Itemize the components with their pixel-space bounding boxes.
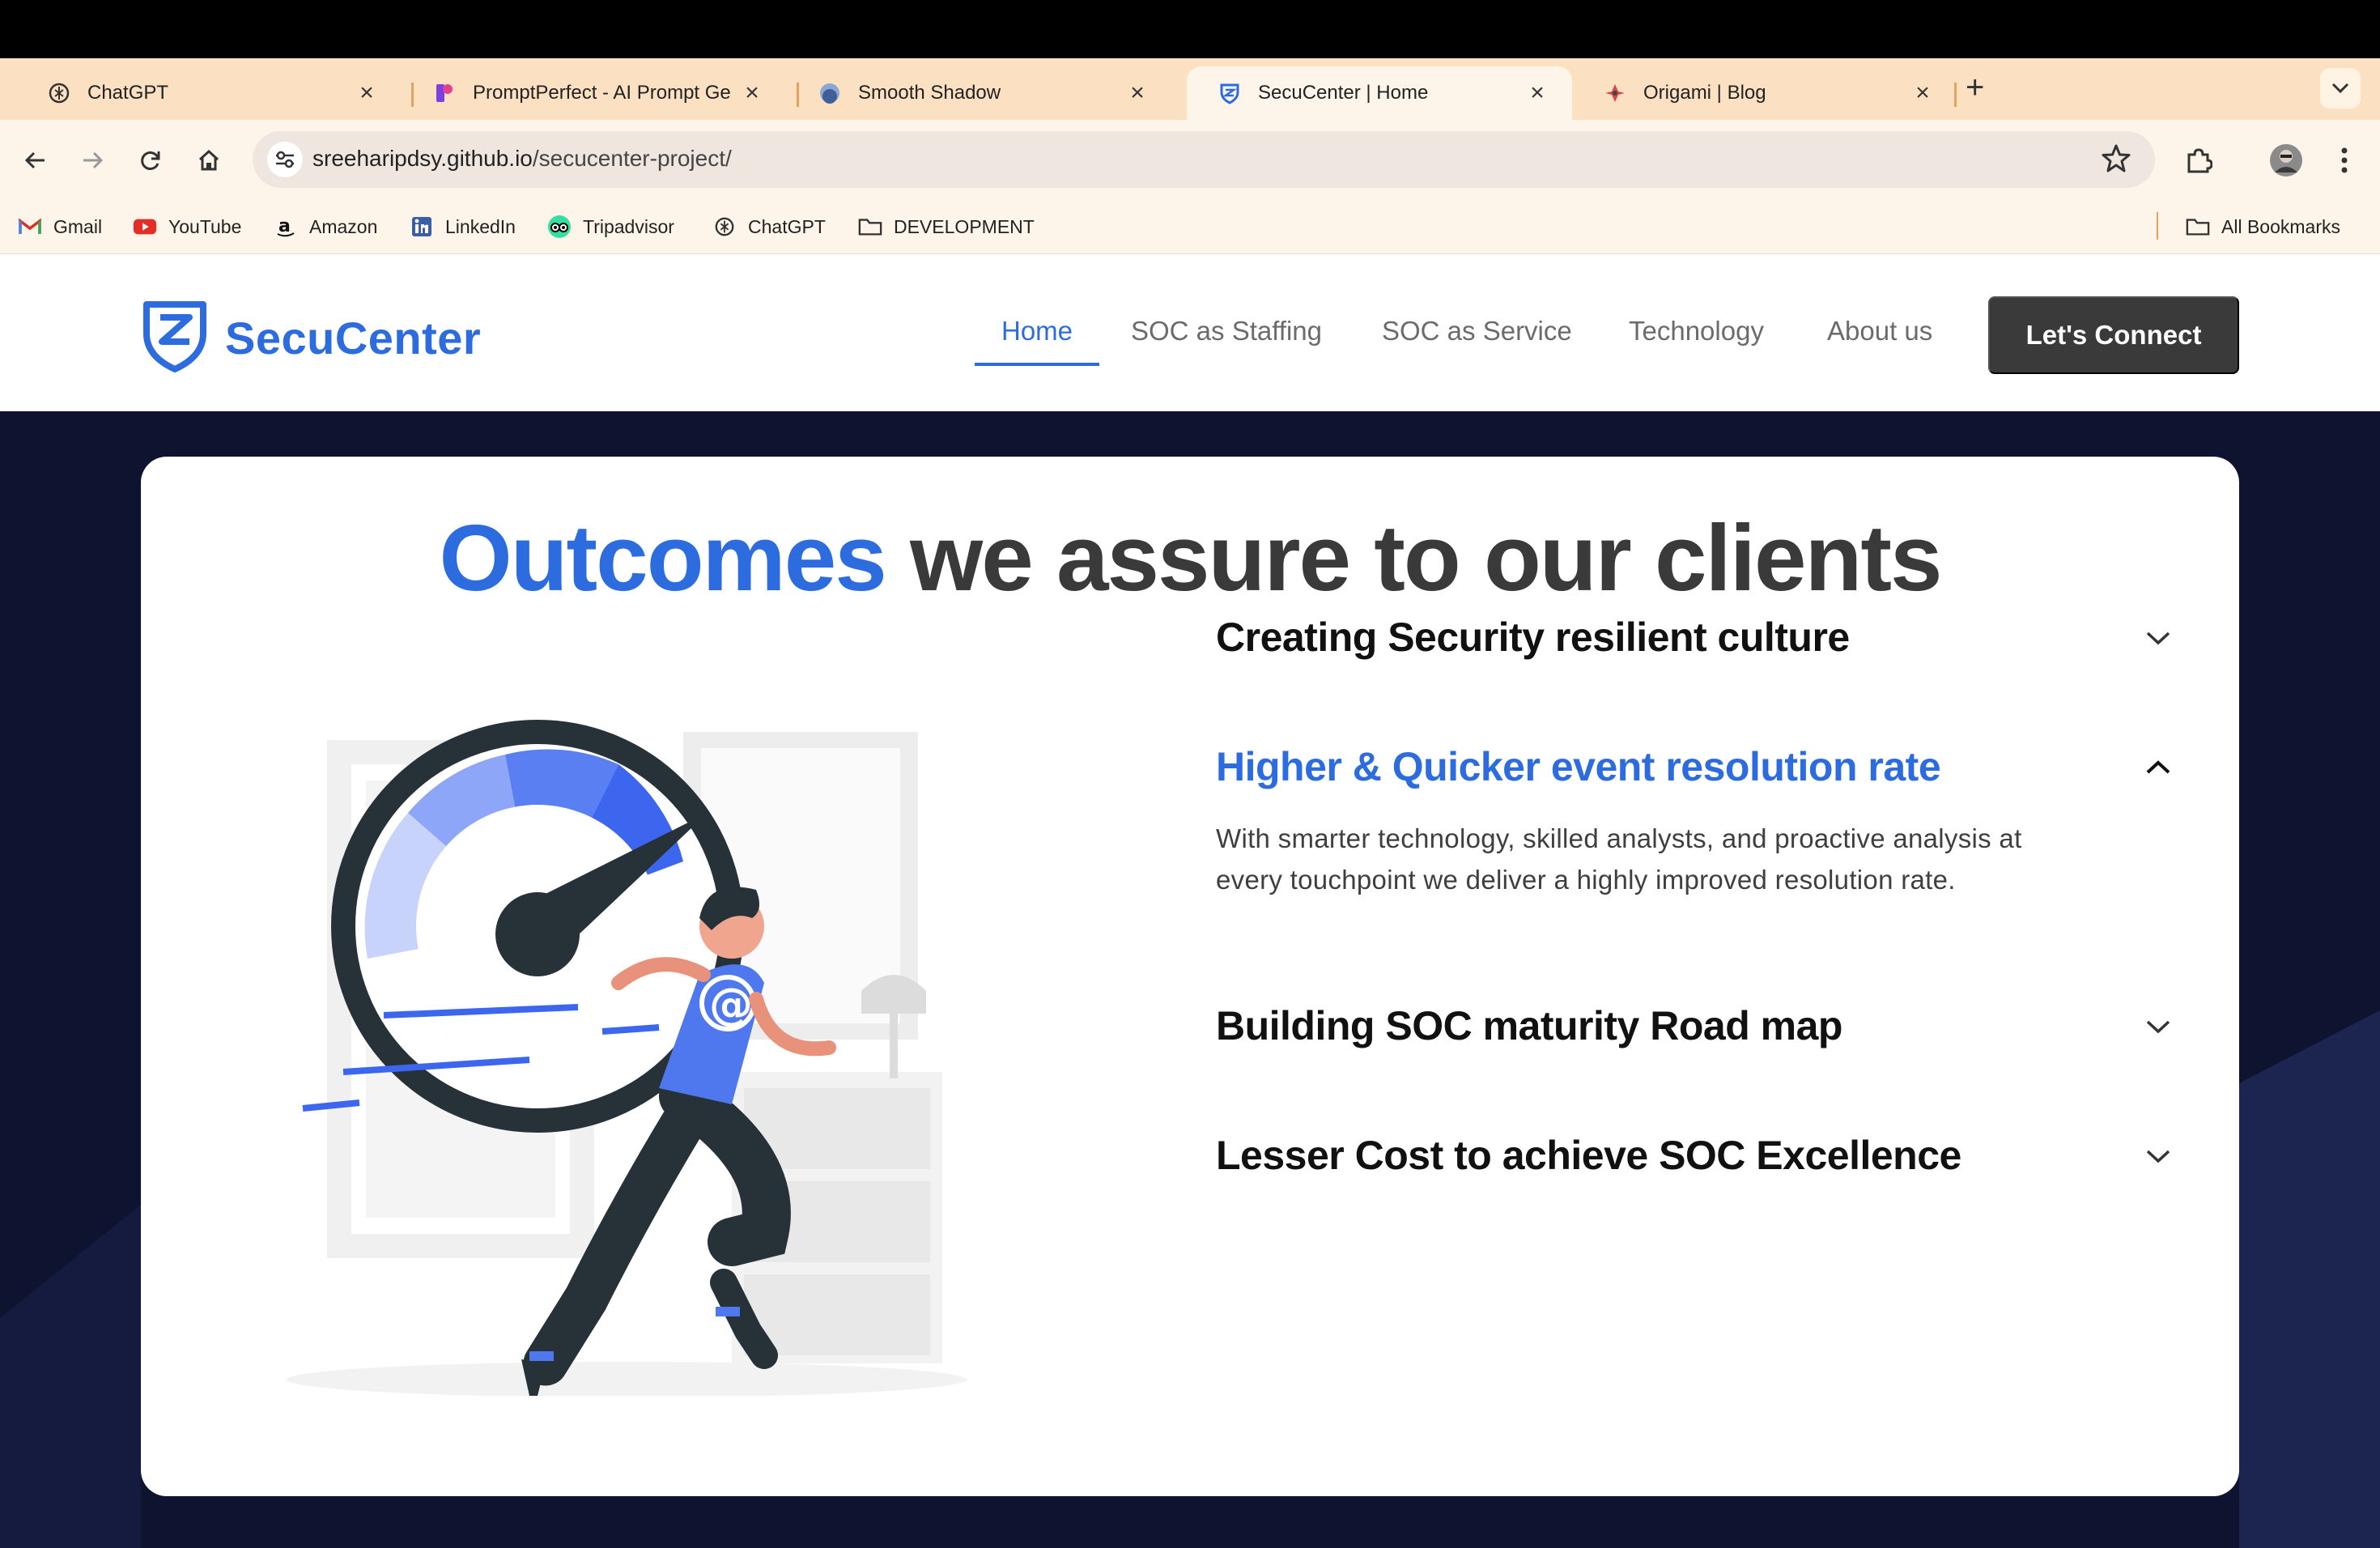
linkedin-icon (410, 215, 434, 239)
speed-runner-illustration: @ (278, 716, 975, 1397)
all-bookmarks[interactable]: All Bookmarks (2186, 212, 2340, 241)
tab-title: ChatGPT (87, 82, 169, 104)
close-icon[interactable]: × (1125, 79, 1150, 107)
site-logo[interactable]: SecuCenter (142, 300, 481, 376)
amazon-icon: a (274, 215, 298, 239)
folder-icon (2186, 215, 2210, 239)
bookmark-label: YouTube (168, 215, 242, 237)
window-top-bar (0, 0, 2380, 58)
url-path: /secucenter-project/ (532, 146, 732, 171)
chatgpt-icon (47, 81, 71, 105)
all-bookmarks-label: All Bookmarks (2221, 215, 2340, 237)
tab-separator (1954, 83, 1957, 107)
bookmark-chatgpt[interactable]: ChatGPT (712, 212, 826, 241)
chatgpt-icon (712, 215, 737, 239)
promptperfect-icon (432, 81, 457, 105)
nav-home[interactable]: Home (1001, 316, 1073, 347)
site-settings-icon[interactable] (267, 142, 303, 177)
tab-title: Smooth Shadow (858, 82, 1001, 104)
extensions-puzzle-icon[interactable] (2179, 141, 2218, 180)
accordion-body: With smarter technology, skilled analyst… (1216, 823, 2022, 895)
accordion-title[interactable]: Building SOC maturity Road map (1216, 1002, 2174, 1049)
tab-title: SecuCenter | Home (1258, 82, 1429, 104)
bookmark-label: DEVELOPMENT (894, 215, 1035, 237)
accordion-item[interactable]: Building SOC maturity Road map (1216, 1002, 2174, 1049)
chevron-down-icon[interactable] (2142, 1140, 2174, 1172)
brand-name: SecuCenter (225, 313, 482, 364)
shield-logo-icon (142, 300, 207, 376)
youtube-icon (133, 215, 157, 239)
svg-text:a: a (278, 216, 291, 236)
nav-active-underline (975, 363, 1099, 366)
home-icon[interactable] (189, 141, 228, 180)
avatar[interactable] (2267, 141, 2306, 180)
accordion-title[interactable]: Creating Security resilient culture (1216, 614, 2174, 661)
close-icon[interactable]: × (355, 79, 379, 107)
back-arrow-icon[interactable] (16, 141, 55, 180)
accordion-title[interactable]: Lesser Cost to achieve SOC Excellence (1216, 1132, 2174, 1179)
url-host: sreeharipdsy.github.io (312, 146, 533, 171)
url-text[interactable]: sreeharipdsy.github.io/secucenter-projec… (312, 146, 732, 172)
tab-smooth-shadow[interactable]: Smooth Shadow × (787, 66, 1172, 120)
reload-icon[interactable] (131, 141, 170, 180)
bookmark-label: Tripadvisor (583, 215, 674, 237)
bookmark-tripadvisor[interactable]: Tripadvisor (547, 212, 674, 241)
forward-arrow-icon[interactable] (73, 141, 112, 180)
heading-rest: we assure to our clients (909, 505, 1943, 610)
gmail-icon (18, 215, 42, 239)
secucenter-icon (1218, 81, 1242, 105)
accordion-item[interactable]: Creating Security resilient culture (1216, 614, 2174, 661)
close-icon[interactable]: × (1525, 79, 1549, 107)
heading-accent: Outcomes (439, 505, 886, 610)
bookmark-development[interactable]: DEVELOPMENT (858, 212, 1035, 241)
kebab-menu-icon[interactable] (2325, 141, 2364, 180)
chevron-up-icon[interactable] (2142, 751, 2174, 784)
tshirt-at-symbol: @ (709, 979, 753, 1030)
bookmark-gmail[interactable]: Gmail (18, 212, 102, 241)
tab-promptperfect[interactable]: PromptPerfect - AI Prompt Ge × (402, 66, 787, 120)
browser-toolbar: sreeharipdsy.github.io/secucenter-projec… (0, 120, 2380, 201)
bookmark-linkedin[interactable]: LinkedIn (410, 212, 516, 241)
chevron-down-icon[interactable] (2142, 1010, 2174, 1043)
bookmark-label: LinkedIn (445, 215, 516, 237)
smooth-shadow-icon (818, 81, 842, 105)
tab-search-chevron-icon[interactable] (2320, 68, 2361, 108)
tripadvisor-icon (547, 215, 572, 239)
accordion-title[interactable]: Higher & Quicker event resolution rate (1216, 743, 2174, 790)
bookmarks-separator (2157, 212, 2158, 240)
accordion-item[interactable]: Lesser Cost to achieve SOC Excellence (1216, 1132, 2174, 1179)
bookmark-star-icon[interactable] (2100, 142, 2132, 179)
nav-soc-as-service[interactable]: SOC as Service (1382, 316, 1572, 347)
chevron-down-icon[interactable] (2142, 622, 2174, 654)
accordion-item-open[interactable]: Higher & Quicker event resolution rate W… (1216, 743, 2174, 900)
nav-technology[interactable]: Technology (1629, 316, 1764, 347)
address-bar[interactable]: sreeharipdsy.github.io/secucenter-projec… (253, 131, 2155, 188)
tab-title: PromptPerfect - AI Prompt Ge (473, 82, 731, 104)
bookmark-label: Amazon (309, 215, 378, 237)
bookmarks-bar: Gmail YouTube a Amazon LinkedIn Tripadvi… (0, 201, 2380, 254)
section-heading: Outcomes we assure to our clients (141, 504, 2239, 612)
tab-secucenter[interactable]: SecuCenter | Home × (1187, 66, 1572, 120)
bookmark-label: ChatGPT (748, 215, 826, 237)
folder-icon (858, 215, 882, 239)
origami-icon (1603, 81, 1627, 105)
tab-chatgpt[interactable]: ChatGPT × (16, 66, 402, 120)
new-tab-plus-icon[interactable]: + (1966, 70, 1984, 106)
nav-about-us[interactable]: About us (1827, 316, 1932, 347)
tab-origami[interactable]: Origami | Blog × (1572, 66, 1957, 120)
outcomes-card: Outcomes we assure to our clients @ Crea… (141, 457, 2239, 1496)
lets-connect-button[interactable]: Let's Connect (1988, 296, 2239, 374)
bookmark-label: Gmail (53, 215, 103, 237)
site-header: SecuCenter Home SOC as Staffing SOC as S… (0, 254, 2380, 411)
close-icon[interactable]: × (740, 79, 764, 107)
nav-soc-as-staffing[interactable]: SOC as Staffing (1131, 316, 1322, 347)
close-icon[interactable]: × (1910, 79, 1935, 107)
bookmark-youtube[interactable]: YouTube (133, 212, 241, 241)
bookmark-amazon[interactable]: a Amazon (274, 212, 377, 241)
tab-title: Origami | Blog (1643, 82, 1766, 104)
tab-strip: ChatGPT × PromptPerfect - AI Prompt Ge ×… (0, 58, 2380, 120)
